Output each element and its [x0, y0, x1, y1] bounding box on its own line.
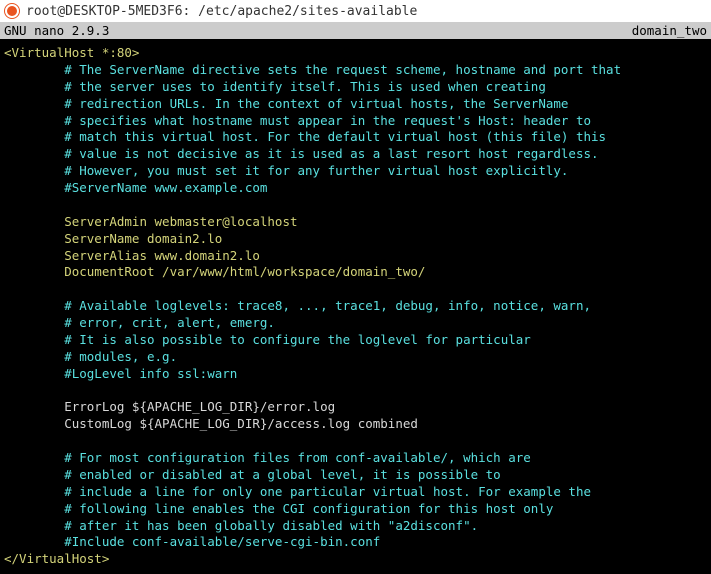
code-segment: #Include conf-available/serve-cgi-bin.co…	[4, 534, 380, 549]
editor-line: # Available loglevels: trace8, ..., trac…	[4, 298, 707, 315]
editor-line: ServerName domain2.lo	[4, 231, 707, 248]
code-segment: ServerAlias www.domain2.lo	[4, 248, 260, 263]
editor-line: # enabled or disabled at a global level,…	[4, 467, 707, 484]
editor-line: ServerAdmin webmaster@localhost	[4, 214, 707, 231]
code-segment: # For most configuration files from conf…	[4, 450, 531, 465]
editor-line: CustomLog ${APACHE_LOG_DIR}/access.log c…	[4, 416, 707, 433]
code-segment: # It is also possible to configure the l…	[4, 332, 531, 347]
editor-line: </VirtualHost>	[4, 551, 707, 568]
code-segment: # enabled or disabled at a global level,…	[4, 467, 501, 482]
editor-line: # error, crit, alert, emerg.	[4, 315, 707, 332]
editor-line: #LogLevel info ssl:warn	[4, 366, 707, 383]
editor-line: # after it has been globally disabled wi…	[4, 518, 707, 535]
code-segment: CustomLog ${APACHE_LOG_DIR}/access.log c…	[4, 416, 418, 431]
nano-filename: domain_two	[632, 22, 707, 39]
editor-line: # match this virtual host. For the defau…	[4, 129, 707, 146]
editor-line: ServerAlias www.domain2.lo	[4, 248, 707, 265]
code-segment: # after it has been globally disabled wi…	[4, 518, 478, 533]
nano-version: GNU nano 2.9.3	[4, 22, 109, 39]
editor-line: # the server uses to identify itself. Th…	[4, 79, 707, 96]
editor-line: # However, you must set it for any furth…	[4, 163, 707, 180]
code-segment: # error, crit, alert, emerg.	[4, 315, 275, 330]
code-segment	[4, 433, 12, 448]
editor-line: #Include conf-available/serve-cgi-bin.co…	[4, 534, 707, 551]
editor-line: <VirtualHost *:80>	[4, 45, 707, 62]
editor-line: # value is not decisive as it is used as…	[4, 146, 707, 163]
code-segment: # value is not decisive as it is used as…	[4, 146, 599, 161]
code-segment: # redirection URLs. In the context of vi…	[4, 96, 568, 111]
editor-line: # For most configuration files from conf…	[4, 450, 707, 467]
editor-line: # specifies what hostname must appear in…	[4, 113, 707, 130]
editor-content[interactable]: <VirtualHost *:80> # The ServerName dire…	[0, 39, 711, 574]
editor-line: # redirection URLs. In the context of vi…	[4, 96, 707, 113]
editor-line: # following line enables the CGI configu…	[4, 501, 707, 518]
editor-line: #ServerName www.example.com	[4, 180, 707, 197]
editor-line: # include a line for only one particular…	[4, 484, 707, 501]
editor-line: # modules, e.g.	[4, 349, 707, 366]
code-segment: </VirtualHost>	[4, 551, 109, 566]
editor-line: ErrorLog ${APACHE_LOG_DIR}/error.log	[4, 399, 707, 416]
code-segment: #LogLevel info ssl:warn	[4, 366, 237, 381]
code-segment: # modules, e.g.	[4, 349, 177, 364]
editor-line: # The ServerName directive sets the requ…	[4, 62, 707, 79]
editor-line: DocumentRoot /var/www/html/workspace/dom…	[4, 264, 707, 281]
code-segment: DocumentRoot /var/www/html/workspace/dom…	[4, 264, 425, 279]
code-segment	[4, 281, 12, 296]
code-segment	[4, 383, 12, 398]
code-segment: # include a line for only one particular…	[4, 484, 591, 499]
code-segment: <VirtualHost *:80>	[4, 45, 139, 60]
code-segment: ServerAdmin webmaster@localhost	[4, 214, 298, 229]
code-segment: ErrorLog ${APACHE_LOG_DIR}/error.log	[4, 399, 335, 414]
code-segment: # match this virtual host. For the defau…	[4, 129, 606, 144]
editor-line	[4, 197, 707, 214]
ubuntu-icon	[4, 3, 20, 19]
code-segment: ServerName domain2.lo	[4, 231, 222, 246]
editor-line	[4, 281, 707, 298]
code-segment: #ServerName www.example.com	[4, 180, 267, 195]
code-segment: # Available loglevels: trace8, ..., trac…	[4, 298, 591, 313]
code-segment	[4, 197, 12, 212]
editor-line	[4, 433, 707, 450]
code-segment: # following line enables the CGI configu…	[4, 501, 553, 516]
code-segment: # specifies what hostname must appear in…	[4, 113, 591, 128]
code-segment: # However, you must set it for any furth…	[4, 163, 568, 178]
window-title-bar: root@DESKTOP-5MED3F6: /etc/apache2/sites…	[0, 0, 711, 22]
nano-status-bar: GNU nano 2.9.3 domain_two	[0, 22, 711, 39]
editor-line: # It is also possible to configure the l…	[4, 332, 707, 349]
code-segment: # the server uses to identify itself. Th…	[4, 79, 546, 94]
code-segment: # The ServerName directive sets the requ…	[4, 62, 621, 77]
editor-line	[4, 383, 707, 400]
window-title: root@DESKTOP-5MED3F6: /etc/apache2/sites…	[26, 4, 417, 19]
